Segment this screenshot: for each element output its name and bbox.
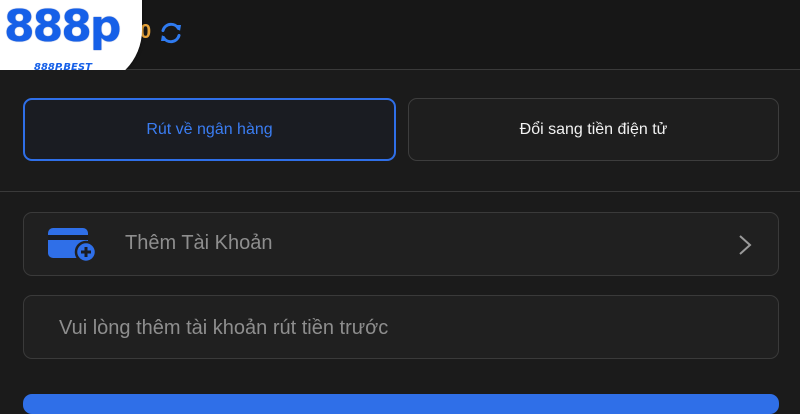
logo-text: 888p bbox=[4, 1, 121, 52]
account-notice-text: Vui lòng thêm tài khoản rút tiền trước bbox=[59, 317, 389, 339]
add-card-icon bbox=[48, 228, 98, 263]
chevron-right-icon bbox=[739, 235, 752, 255]
tab-crypto-exchange[interactable]: Đổi sang tiền điện tử bbox=[408, 98, 779, 161]
refresh-icon[interactable] bbox=[158, 20, 184, 46]
add-account-label: Thêm Tài Khoản bbox=[125, 232, 273, 254]
withdraw-method-tabs: Rút về ngân hàng Đổi sang tiền điện tử bbox=[0, 70, 800, 192]
add-account-button[interactable]: Thêm Tài Khoản bbox=[23, 212, 779, 276]
account-notice-box: Vui lòng thêm tài khoản rút tiền trước bbox=[23, 295, 779, 359]
tab-bank-withdraw[interactable]: Rút về ngân hàng bbox=[23, 98, 396, 161]
top-header: 0 888p 888P.BEST bbox=[0, 0, 800, 86]
submit-button[interactable] bbox=[23, 394, 779, 414]
